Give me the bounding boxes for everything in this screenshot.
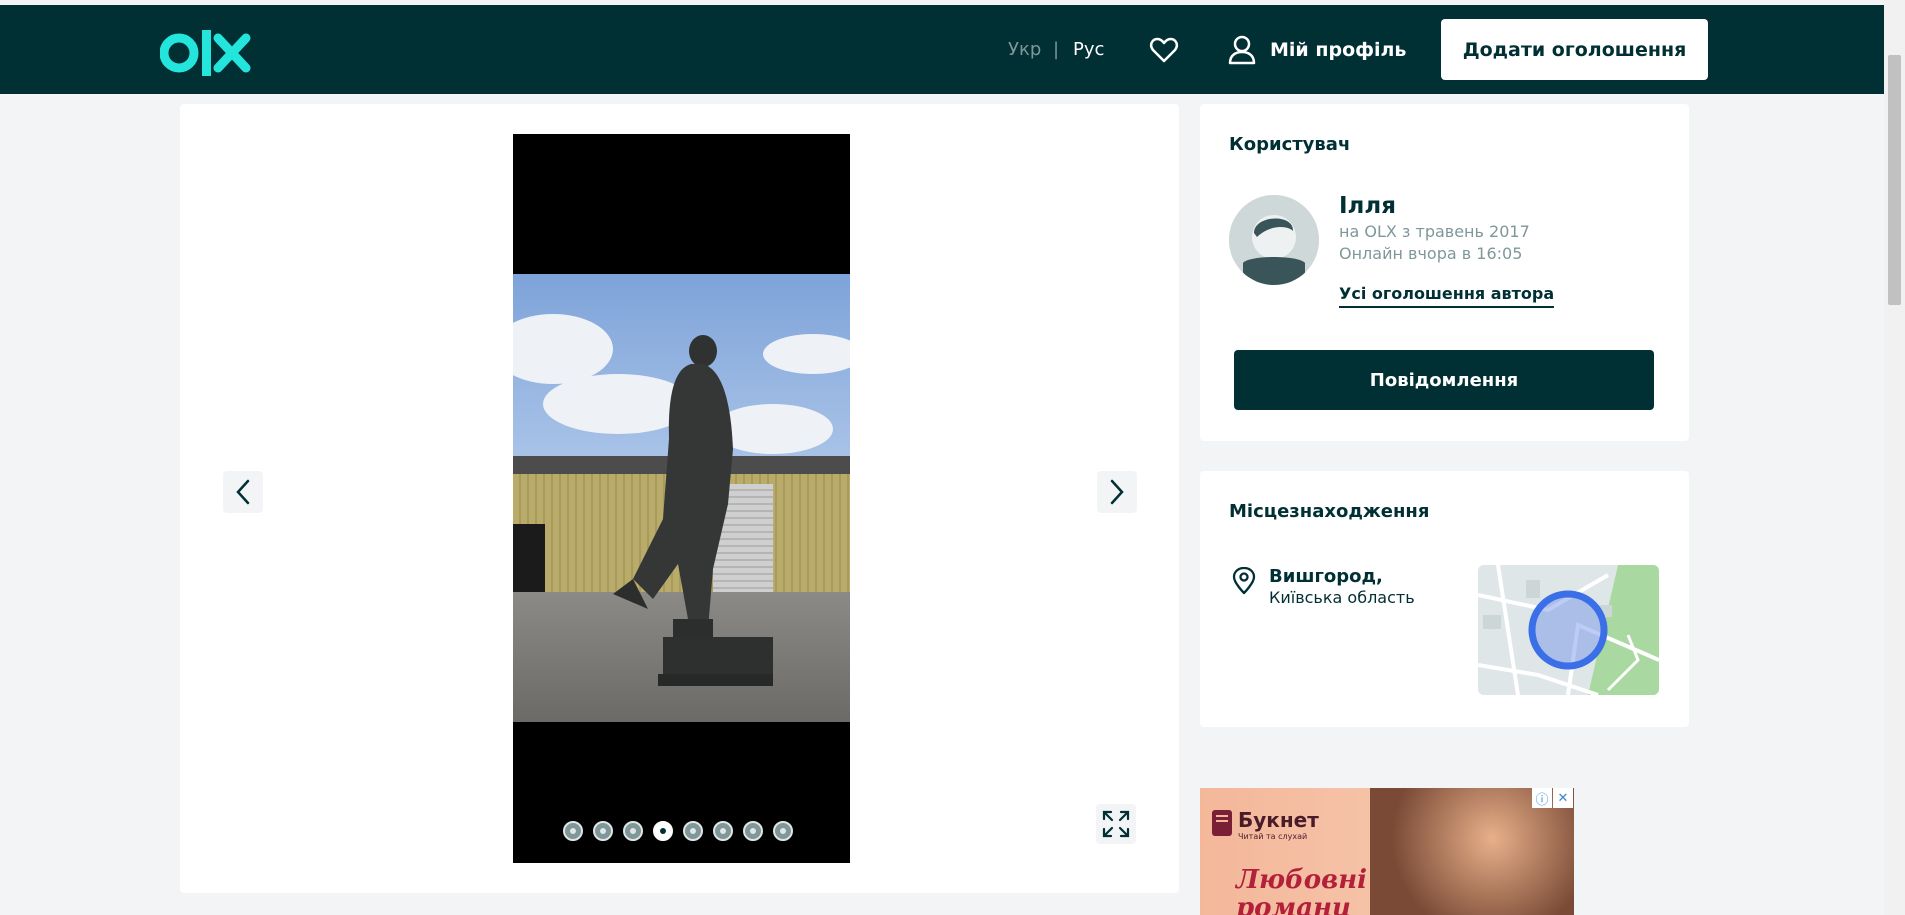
all-seller-ads-link[interactable]: Усі оголошення автора bbox=[1339, 284, 1555, 308]
my-profile-link[interactable]: Мій профіль bbox=[1228, 33, 1406, 67]
photo-dot[interactable] bbox=[713, 821, 733, 841]
advertisement-banner[interactable]: Букнет Читай та слухай Любовні романи ⓘ … bbox=[1200, 788, 1574, 915]
ad-headline: Любовні романи bbox=[1236, 865, 1368, 915]
chevron-left-icon bbox=[236, 479, 250, 505]
message-button[interactable]: Повідомлення bbox=[1234, 350, 1654, 410]
page-scrollbar[interactable] bbox=[1884, 0, 1905, 915]
fullscreen-button[interactable] bbox=[1096, 804, 1136, 844]
lang-rus-link[interactable]: Рус bbox=[1073, 5, 1104, 94]
location-pin-icon bbox=[1232, 567, 1256, 595]
location-map[interactable] bbox=[1478, 565, 1659, 695]
photo-dot[interactable] bbox=[683, 821, 703, 841]
location-card: Місцезнаходження Вишгород, Київська обла… bbox=[1200, 471, 1689, 727]
book-icon bbox=[1212, 810, 1232, 836]
ad-brand: Букнет bbox=[1238, 808, 1319, 832]
photo-dot[interactable] bbox=[593, 821, 613, 841]
photo-dot-active[interactable] bbox=[653, 821, 673, 841]
seller-card: Користувач Ілля на OLX з травень 2017 Он… bbox=[1200, 104, 1689, 441]
photo-dot[interactable] bbox=[773, 821, 793, 841]
my-profile-label: Мій профіль bbox=[1270, 39, 1407, 61]
location-region: Київська область bbox=[1269, 588, 1415, 607]
scrollbar-thumb[interactable] bbox=[1888, 55, 1901, 305]
prev-photo-button[interactable] bbox=[223, 471, 263, 513]
chevron-right-icon bbox=[1110, 479, 1124, 505]
photo-dot[interactable] bbox=[623, 821, 643, 841]
avatar-placeholder-icon bbox=[1229, 195, 1319, 285]
heart-icon[interactable] bbox=[1149, 35, 1179, 65]
location-section-title: Місцезнаходження bbox=[1229, 501, 1430, 522]
ad-close-icon[interactable]: ✕ bbox=[1553, 788, 1573, 808]
ad-info-icon[interactable]: ⓘ bbox=[1532, 788, 1552, 808]
ad-tagline: Читай та слухай bbox=[1238, 832, 1308, 841]
main-photo[interactable] bbox=[513, 134, 850, 863]
lang-ukr-link[interactable]: Укр bbox=[1008, 5, 1041, 94]
statue-photo-image bbox=[513, 274, 850, 722]
seller-name: Ілля bbox=[1339, 193, 1397, 219]
top-header: Укр | Рус Мій профіль Додати оголошення bbox=[0, 5, 1884, 94]
fullscreen-icon bbox=[1102, 810, 1130, 838]
add-ad-button[interactable]: Додати оголошення bbox=[1441, 19, 1708, 80]
photo-gallery bbox=[180, 104, 1179, 893]
olx-logo[interactable] bbox=[160, 26, 252, 80]
seller-section-title: Користувач bbox=[1229, 134, 1351, 155]
avatar bbox=[1229, 195, 1319, 285]
seller-since: на OLX з травень 2017 bbox=[1339, 222, 1530, 241]
photo-pagination bbox=[563, 821, 793, 841]
lang-separator: | bbox=[1053, 39, 1060, 60]
location-city: Вишгород, bbox=[1269, 566, 1383, 587]
photo-dot[interactable] bbox=[743, 821, 763, 841]
seller-last-online: Онлайн вчора в 16:05 bbox=[1339, 244, 1523, 263]
next-photo-button[interactable] bbox=[1097, 471, 1137, 513]
user-icon bbox=[1228, 35, 1256, 65]
photo-dot[interactable] bbox=[563, 821, 583, 841]
